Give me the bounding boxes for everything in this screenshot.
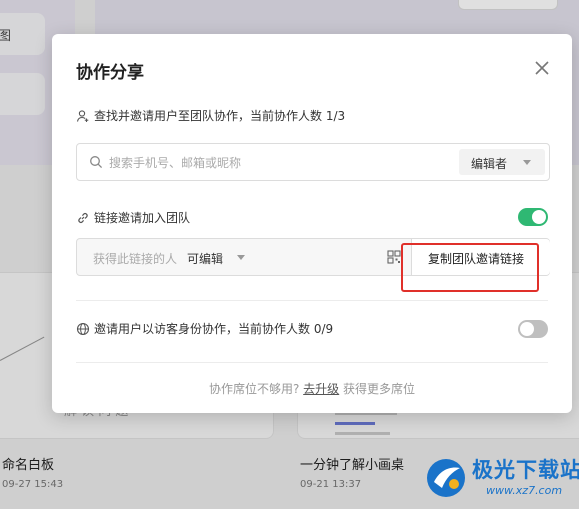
search-box: 编辑者 <box>76 143 550 181</box>
highlight-annotation <box>401 243 539 292</box>
link-section-text: 链接邀请加入团队 <box>94 211 191 225</box>
upgrade-footer: 协作席位不够用? 去升级 获得更多席位 <box>52 380 572 397</box>
divider <box>76 362 548 363</box>
guest-section-label: 邀请用户以访客身份协作，当前协作人数 0/9 <box>76 320 333 337</box>
search-section-text: 查找并邀请用户至团队协作，当前协作人数 1/3 <box>94 109 346 123</box>
toggle-knob <box>532 210 546 224</box>
chevron-down-icon <box>523 160 531 165</box>
link-permission-prefix: 获得此链接的人 <box>93 252 178 266</box>
watermark: 极光下载站 www.xz7.com <box>424 450 579 506</box>
search-section-label: 查找并邀请用户至团队协作，当前协作人数 1/3 <box>76 107 345 124</box>
divider <box>76 300 548 301</box>
link-section-label: 链接邀请加入团队 <box>76 209 190 226</box>
footer-suffix: 获得更多席位 <box>343 382 416 396</box>
share-dialog: 协作分享 查找并邀请用户至团队协作，当前协作人数 1/3 编辑者 链接邀请 <box>52 34 572 413</box>
toggle-knob <box>520 322 534 336</box>
role-select-value: 编辑者 <box>471 157 508 171</box>
globe-icon <box>76 322 90 335</box>
watermark-text: 极光下载站 <box>472 458 579 482</box>
watermark-logo-icon <box>427 459 465 497</box>
chevron-down-icon <box>237 255 245 260</box>
upgrade-link[interactable]: 去升级 <box>303 382 339 396</box>
footer-prefix: 协作席位不够用? <box>208 382 300 396</box>
add-user-icon <box>76 109 89 122</box>
search-icon <box>90 156 103 169</box>
qr-code-icon[interactable] <box>387 250 401 264</box>
role-select[interactable]: 编辑者 <box>459 149 545 175</box>
close-icon <box>535 61 549 75</box>
close-button[interactable] <box>530 56 554 80</box>
guest-section-text: 邀请用户以访客身份协作，当前协作人数 0/9 <box>94 322 334 336</box>
link-permission-select[interactable]: 可编辑 <box>187 250 223 267</box>
dialog-title: 协作分享 <box>76 63 144 83</box>
link-icon <box>78 212 88 223</box>
guest-invite-toggle[interactable] <box>518 320 548 338</box>
link-invite-toggle[interactable] <box>518 208 548 226</box>
search-input[interactable] <box>107 150 431 176</box>
link-permission-value: 可编辑 <box>187 252 224 266</box>
watermark-url: www.xz7.com <box>486 484 563 497</box>
